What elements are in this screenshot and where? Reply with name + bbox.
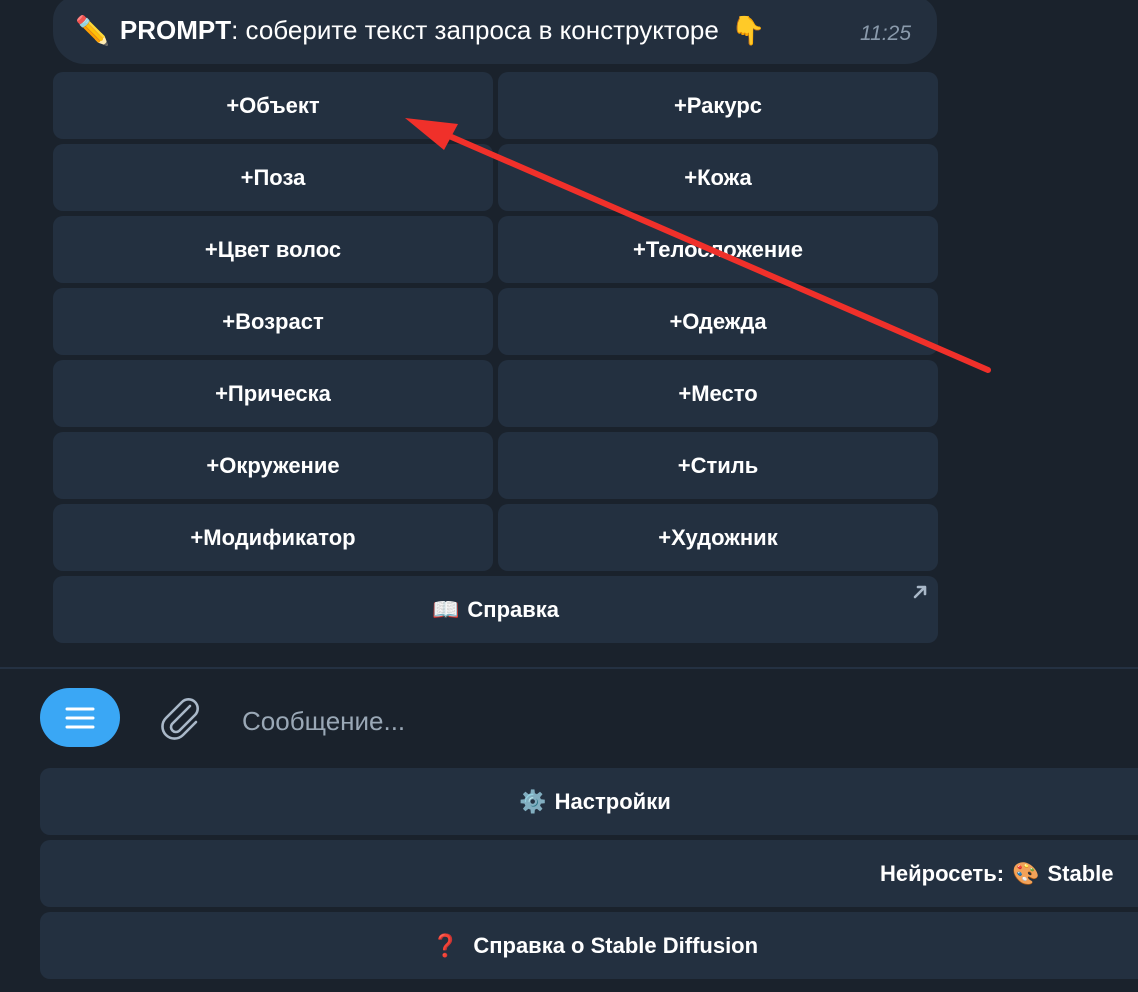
inline-button-style[interactable]: +Стиль — [498, 432, 938, 499]
palette-icon: 🎨 — [1012, 860, 1040, 886]
network-value: Stable — [1047, 860, 1114, 886]
inline-keyboard: +Объект +Ракурс +Поза +Кожа +Цвет волос … — [53, 72, 938, 643]
question-mark-icon: ❓ — [431, 932, 460, 958]
button-label: +Ракурс — [673, 92, 763, 118]
reply-keyboard: ⚙️ Настройки Нейросеть: 🎨 Stable ❓ Справ… — [40, 768, 1138, 979]
button-label: +Кожа — [684, 164, 752, 190]
gear-icon: ⚙️ — [519, 788, 547, 814]
button-label: +Возраст — [222, 308, 324, 334]
menu-icon — [65, 707, 95, 728]
book-icon: 📖 — [431, 596, 460, 622]
button-label: +Прическа — [215, 380, 331, 406]
inline-button-object[interactable]: +Объект — [53, 72, 493, 139]
inline-button-surroundings[interactable]: +Окружение — [53, 432, 493, 499]
button-label: +Стиль — [677, 452, 759, 478]
inline-button-angle[interactable]: +Ракурс — [498, 72, 938, 139]
pencil-icon: ✏️ — [75, 15, 110, 46]
message-text: ✏️ PROMPT : соберите текст запроса в кон… — [75, 14, 766, 47]
button-label: Нейросеть: — [880, 860, 1005, 886]
bot-menu-button[interactable] — [40, 688, 120, 747]
inline-button-help[interactable]: 📖 Справка — [53, 576, 938, 643]
message-body: : соберите текст запроса в конструкторе — [231, 15, 719, 45]
message-time: 11:25 — [860, 22, 911, 45]
inline-button-age[interactable]: +Возраст — [53, 288, 493, 355]
inline-button-pose[interactable]: +Поза — [53, 144, 493, 211]
button-label: +Окружение — [206, 452, 340, 478]
inline-button-place[interactable]: +Место — [498, 360, 938, 427]
bot-message-bubble: ✏️ PROMPT : соберите текст запроса в кон… — [53, 0, 937, 64]
button-label: Справка о Stable Diffusion — [473, 932, 759, 958]
button-label: Настройки — [554, 788, 671, 814]
reply-button-neural-network[interactable]: Нейросеть: 🎨 Stable — [40, 840, 1138, 907]
external-link-arrow-icon — [913, 585, 927, 599]
button-label: +Одежда — [669, 308, 767, 334]
button-label: +Поза — [240, 164, 306, 190]
inline-button-hairstyle[interactable]: +Прическа — [53, 360, 493, 427]
button-label: +Модификатор — [190, 524, 356, 550]
button-label: +Телосложение — [633, 236, 803, 262]
button-label: +Объект — [226, 92, 320, 118]
composer-divider — [0, 667, 1138, 669]
inline-button-modifier[interactable]: +Модификатор — [53, 504, 493, 571]
button-label: Справка — [467, 596, 560, 622]
inline-button-body-type[interactable]: +Телосложение — [498, 216, 938, 283]
inline-button-artist[interactable]: +Художник — [498, 504, 938, 571]
attach-paperclip-icon[interactable] — [156, 694, 206, 744]
inline-button-hair-color[interactable]: +Цвет волос — [53, 216, 493, 283]
reply-button-help-stable-diffusion[interactable]: ❓ Справка о Stable Diffusion — [40, 912, 1138, 979]
button-label: +Место — [678, 380, 758, 406]
pointing-down-icon: 👇 — [730, 15, 766, 46]
inline-button-clothes[interactable]: +Одежда — [498, 288, 938, 355]
button-label: +Цвет волос — [204, 236, 342, 262]
message-label: PROMPT — [119, 15, 232, 45]
reply-button-settings[interactable]: ⚙️ Настройки — [40, 768, 1138, 835]
message-input[interactable] — [240, 697, 1124, 745]
inline-button-skin[interactable]: +Кожа — [498, 144, 938, 211]
button-label: +Художник — [658, 524, 778, 550]
